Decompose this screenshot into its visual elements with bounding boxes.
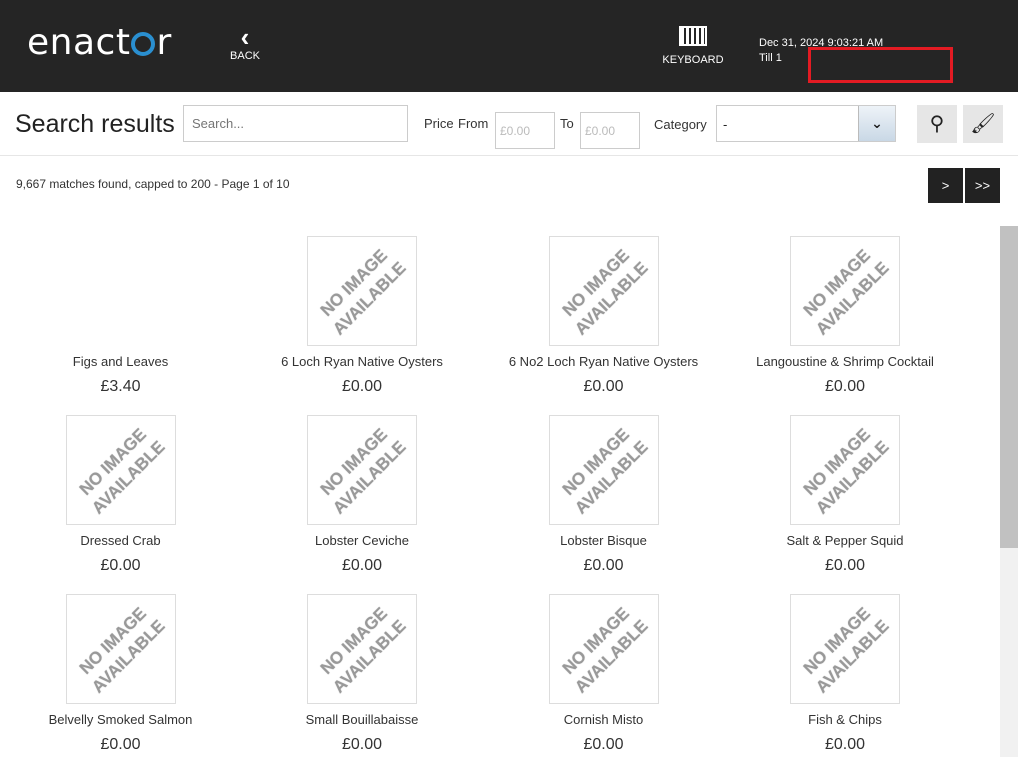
placeholder-text: NO IMAGE AVAILABLE — [558, 424, 652, 518]
search-button[interactable]: ⚲ — [917, 105, 957, 143]
chevron-left-icon: ‹ — [240, 22, 250, 52]
keyboard-label: KEYBOARD — [662, 54, 724, 66]
product-name: Lobster Ceviche — [315, 533, 409, 548]
enactor-logo: enact r — [27, 22, 172, 63]
no-image-placeholder: NO IMAGE AVAILABLE — [65, 594, 176, 704]
product-price: £0.00 — [824, 557, 866, 574]
product-tile[interactable]: NO IMAGE AVAILABLE Small Bouillabaisse £0.… — [242, 594, 483, 754]
placeholder-text: NO IMAGE AVAILABLE — [799, 424, 893, 518]
no-image-placeholder: NO IMAGE AVAILABLE — [790, 594, 900, 704]
product-tile[interactable]: Figs and Leaves £3.40 — [0, 236, 241, 396]
product-name: Salt & Pepper Squid — [786, 533, 904, 548]
chevron-down-icon[interactable]: ⌄ — [858, 106, 895, 141]
no-image-placeholder: NO IMAGE AVAILABLE — [790, 236, 900, 346]
product-tile[interactable]: NO IMAGE AVAILABLE Langoustine & Shrimp C… — [725, 236, 966, 396]
scrollbar[interactable] — [1000, 226, 1018, 757]
no-image-placeholder: NO IMAGE AVAILABLE — [548, 236, 659, 346]
product-name: Belvelly Smoked Salmon — [48, 712, 193, 727]
clear-button[interactable]: 🖌 — [963, 105, 1003, 143]
results-summary: 9,667 matches found, capped to 200 - Pag… — [16, 177, 290, 191]
no-image-placeholder: NO IMAGE AVAILABLE — [548, 415, 659, 525]
page-title: Search results — [15, 110, 175, 138]
product-name: Lobster Bisque — [560, 533, 647, 548]
price-label: Price — [424, 116, 454, 131]
last-page-button[interactable]: >> — [965, 168, 1000, 203]
product-price: £0.00 — [583, 736, 624, 753]
no-image-placeholder: NO IMAGE AVAILABLE — [307, 236, 417, 346]
category-select[interactable]: - ⌄ — [716, 105, 896, 142]
scrollbar-thumb[interactable] — [1000, 226, 1018, 548]
placeholder-text: NO IMAGE AVAILABLE — [799, 245, 893, 339]
no-image-placeholder: NO IMAGE AVAILABLE — [548, 594, 659, 704]
placeholder-text: NO IMAGE AVAILABLE — [799, 603, 893, 697]
search-icon: ⚲ — [929, 113, 945, 135]
back-button[interactable]: ‹ BACK — [228, 24, 262, 62]
placeholder-text: NO IMAGE AVAILABLE — [316, 603, 410, 697]
product-price: £0.00 — [583, 557, 624, 574]
no-image-placeholder: NO IMAGE AVAILABLE — [307, 415, 417, 525]
keyboard-icon — [679, 26, 707, 46]
no-image-placeholder: NO IMAGE AVAILABLE — [65, 415, 176, 525]
product-tile[interactable]: NO IMAGE AVAILABLE Cornish Misto £0.00 — [483, 594, 724, 754]
back-label: BACK — [230, 50, 260, 62]
search-input[interactable] — [183, 105, 408, 142]
brush-icon: 🖌 — [970, 113, 996, 135]
product-tile[interactable]: NO IMAGE AVAILABLE Salt & Pepper Squid £0.… — [725, 415, 966, 575]
price-to-label: To — [560, 116, 574, 131]
product-name: Figs and Leaves — [72, 354, 169, 369]
app-header: enact r ‹ BACK KEYBOARD Dec 31, 2024 9:03… — [0, 0, 1018, 92]
product-tile[interactable]: NO IMAGE AVAILABLE 6 No2 Loch Ryan Native… — [483, 236, 724, 396]
placeholder-text: NO IMAGE AVAILABLE — [316, 424, 410, 518]
product-name: Cornish Misto — [563, 712, 644, 727]
no-image-placeholder: NO IMAGE AVAILABLE — [790, 415, 900, 525]
product-name: 6 No2 Loch Ryan Native Oysters — [508, 354, 699, 369]
product-price: £0.00 — [583, 378, 624, 395]
price-to-input[interactable] — [580, 112, 640, 149]
price-from-label: From — [458, 116, 489, 131]
product-price: £0.00 — [824, 378, 866, 395]
product-price: £0.00 — [100, 736, 141, 753]
product-price: £0.00 — [100, 557, 141, 574]
product-price: £0.00 — [341, 557, 383, 574]
product-tile[interactable]: NO IMAGE AVAILABLE Lobster Bisque £0.00 — [483, 415, 724, 575]
product-price: £3.40 — [100, 378, 141, 395]
product-name: Dressed Crab — [80, 533, 161, 548]
product-tile[interactable]: NO IMAGE AVAILABLE Dressed Crab £0.00 — [0, 415, 241, 575]
product-image — [66, 236, 176, 346]
highlight-box — [808, 47, 953, 83]
product-name: Langoustine & Shrimp Cocktail — [756, 354, 934, 369]
placeholder-text: NO IMAGE AVAILABLE — [75, 424, 169, 518]
product-name: Small Bouillabaisse — [305, 712, 419, 727]
product-name: Fish & Chips — [808, 712, 882, 727]
product-tile[interactable]: NO IMAGE AVAILABLE Belvelly Smoked Salmon… — [0, 594, 241, 754]
next-page-button[interactable]: > — [928, 168, 963, 203]
placeholder-text: NO IMAGE AVAILABLE — [558, 245, 652, 339]
placeholder-text: NO IMAGE AVAILABLE — [316, 245, 410, 339]
category-label: Category — [654, 117, 707, 132]
price-from-input[interactable] — [495, 112, 555, 149]
product-price: £0.00 — [341, 736, 383, 753]
placeholder-text: NO IMAGE AVAILABLE — [75, 603, 169, 697]
product-price: £0.00 — [824, 736, 866, 753]
no-image-placeholder: NO IMAGE AVAILABLE — [307, 594, 417, 704]
product-tile[interactable]: NO IMAGE AVAILABLE Fish & Chips £0.00 — [725, 594, 966, 754]
product-price: £0.00 — [341, 378, 383, 395]
product-tile[interactable]: NO IMAGE AVAILABLE Lobster Ceviche £0.00 — [242, 415, 483, 575]
product-name: 6 Loch Ryan Native Oysters — [281, 354, 443, 369]
keyboard-button[interactable]: KEYBOARD — [662, 26, 724, 66]
divider — [0, 155, 1018, 156]
placeholder-text: NO IMAGE AVAILABLE — [558, 603, 652, 697]
product-tile[interactable]: NO IMAGE AVAILABLE 6 Loch Ryan Native Oys… — [242, 236, 483, 396]
category-value: - — [723, 117, 728, 132]
